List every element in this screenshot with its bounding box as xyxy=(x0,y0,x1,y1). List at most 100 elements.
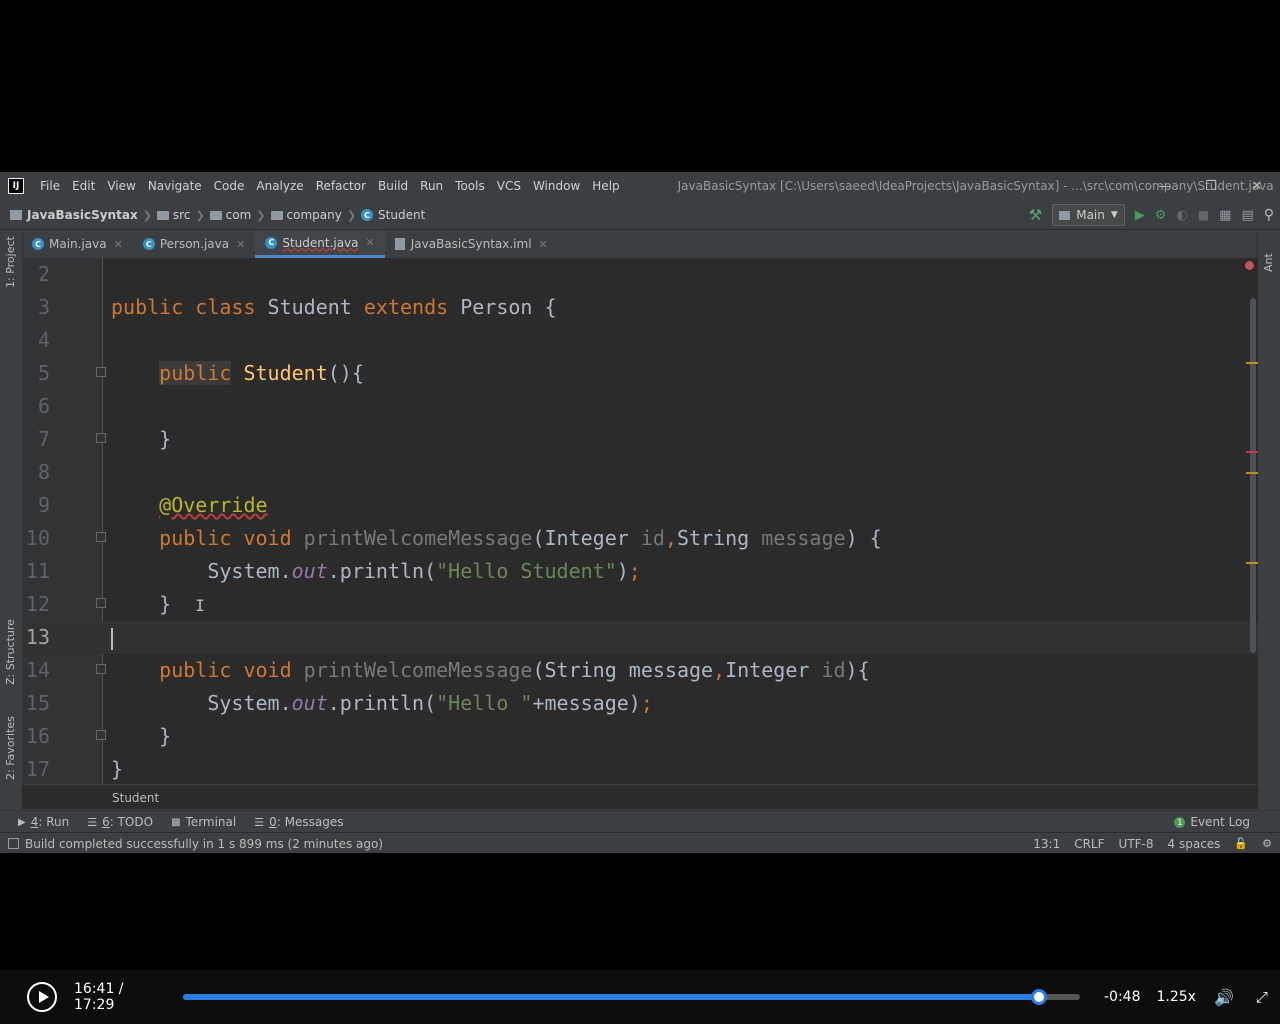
line-number: 12 xyxy=(25,592,50,616)
close-window-icon[interactable]: ✕ xyxy=(1234,172,1280,200)
code-text: } xyxy=(111,724,172,748)
video-player-controls: 16:41 / 17:29 -0:48 1.25x 🔊 ⤢ xyxy=(0,970,1280,1024)
menu-analyze[interactable]: Analyze xyxy=(250,179,309,193)
playback-time: 16:41 / 17:29 xyxy=(74,981,124,1013)
layout-icon[interactable]: ▤ xyxy=(1241,208,1253,223)
project-structure-icon[interactable]: ▦ xyxy=(1219,208,1231,223)
status-message[interactable]: Build completed successfully in 1 s 899 … xyxy=(8,837,383,851)
menu-help[interactable]: Help xyxy=(586,179,625,193)
code-text: } xyxy=(111,757,124,781)
restore-icon[interactable]: ❐ xyxy=(1188,172,1234,200)
search-icon[interactable]: ⚲ xyxy=(1264,207,1274,223)
editor-scrollbar[interactable] xyxy=(1250,298,1256,653)
breadcrumb-src[interactable]: src xyxy=(156,208,191,222)
line-number: 8 xyxy=(37,460,50,484)
messages-tool-key: 0 xyxy=(269,815,277,829)
code-line: 6 xyxy=(22,390,1258,423)
close-icon[interactable]: ✕ xyxy=(236,238,245,251)
menu-run[interactable]: Run xyxy=(414,179,449,193)
menu-window[interactable]: Window xyxy=(527,179,586,193)
editor-breadcrumb: Student xyxy=(22,785,1258,809)
fold-icon[interactable] xyxy=(96,532,106,542)
code-editor[interactable]: 2 3 public class Student extends Person … xyxy=(22,258,1258,784)
favorites-tool-tab[interactable]: 2: Favorites xyxy=(4,716,17,780)
coverage-icon[interactable]: ◐ xyxy=(1176,208,1187,223)
progress-bar[interactable] xyxy=(183,989,1080,1005)
messages-tool-button[interactable]: ☰ 0: Messages xyxy=(254,815,343,829)
error-marker[interactable] xyxy=(1246,451,1258,453)
terminal-tool-button[interactable]: ▩ Terminal xyxy=(171,815,236,829)
play-button[interactable] xyxy=(27,982,57,1012)
playback-speed[interactable]: 1.25x xyxy=(1157,989,1196,1005)
menu-view[interactable]: View xyxy=(101,179,141,193)
menu-edit[interactable]: Edit xyxy=(66,179,101,193)
stop-icon[interactable]: ■ xyxy=(1198,208,1209,222)
menu-code[interactable]: Code xyxy=(208,179,251,193)
fold-icon[interactable] xyxy=(96,367,106,377)
tab-person-java[interactable]: C Person.java ✕ xyxy=(133,230,256,258)
line-number: 2 xyxy=(37,262,50,286)
warning-marker[interactable] xyxy=(1246,472,1258,474)
menu-refactor[interactable]: Refactor xyxy=(310,179,372,193)
breadcrumb-com[interactable]: com xyxy=(209,208,251,222)
editor-breadcrumb-label[interactable]: Student xyxy=(112,791,159,805)
ant-tool-tab[interactable]: Ant xyxy=(1262,253,1275,272)
close-icon[interactable]: ✕ xyxy=(539,238,548,251)
code-text: } xyxy=(111,427,172,451)
tab-iml[interactable]: JavaBasicSyntax.iml ✕ xyxy=(385,230,558,258)
fold-icon[interactable] xyxy=(96,433,106,443)
terminal-icon: ▩ xyxy=(171,816,181,828)
menu-file[interactable]: File xyxy=(34,179,66,193)
fold-icon[interactable] xyxy=(96,598,106,608)
menu-tools[interactable]: Tools xyxy=(449,179,491,193)
close-icon[interactable]: ✕ xyxy=(114,238,123,251)
inspector-icon[interactable]: ⚙ xyxy=(1262,837,1272,850)
lock-icon[interactable]: 🔓 xyxy=(1234,837,1248,850)
line-number: 13 xyxy=(25,625,50,649)
class-icon: C xyxy=(265,236,278,249)
menu-navigate[interactable]: Navigate xyxy=(142,179,208,193)
tab-label: JavaBasicSyntax.iml xyxy=(410,237,532,251)
line-separator[interactable]: CRLF xyxy=(1074,837,1104,851)
error-indicator-icon[interactable] xyxy=(1245,261,1254,270)
debug-icon[interactable]: ⚙ xyxy=(1155,208,1167,223)
close-icon[interactable]: ✕ xyxy=(366,236,375,249)
todo-tool-button[interactable]: ☰ 6: TODO xyxy=(87,815,153,829)
menu-build[interactable]: Build xyxy=(372,179,414,193)
caret-position[interactable]: 13:1 xyxy=(1033,837,1060,851)
code-line: 2 xyxy=(22,258,1258,291)
warning-marker[interactable] xyxy=(1246,362,1258,364)
minimize-icon[interactable]: — xyxy=(1142,172,1188,200)
run-tool-button[interactable]: ▶ 4: Run xyxy=(18,815,69,829)
menu-vcs[interactable]: VCS xyxy=(491,179,527,193)
breadcrumb-company[interactable]: company xyxy=(270,208,342,222)
build-hammer-icon[interactable]: ⚒ xyxy=(1029,206,1042,224)
indent-setting[interactable]: 4 spaces xyxy=(1168,837,1221,851)
run-config-select[interactable]: Main ▼ xyxy=(1052,204,1125,226)
fold-icon[interactable] xyxy=(96,730,106,740)
exit-fullscreen-icon[interactable]: ⤢ xyxy=(1256,988,1268,1006)
status-right: 13:1 CRLF UTF-8 4 spaces 🔓 ⚙ xyxy=(1033,837,1272,851)
tab-main-java[interactable]: C Main.java ✕ xyxy=(22,230,133,258)
file-encoding[interactable]: UTF-8 xyxy=(1119,837,1154,851)
breadcrumb-student[interactable]: C Student xyxy=(361,208,425,222)
breadcrumb-src-label: src xyxy=(172,208,191,222)
tab-label: Person.java xyxy=(159,237,230,251)
event-count-badge: 1 xyxy=(1174,816,1186,828)
messages-tool-text: : Messages xyxy=(276,815,344,829)
progress-knob[interactable] xyxy=(1030,989,1047,1005)
run-icon[interactable]: ▶ xyxy=(1135,208,1145,223)
structure-tool-tab[interactable]: Z: Structure xyxy=(4,619,17,685)
volume-icon[interactable]: 🔊 xyxy=(1214,988,1234,1007)
event-log-button[interactable]: 1 Event Log xyxy=(1174,815,1250,829)
line-number: 14 xyxy=(25,658,50,682)
fold-icon[interactable] xyxy=(96,664,106,674)
toolbar-right: ⚒ Main ▼ ▶ ⚙ ◐ ■ ▦ ▤ ⚲ xyxy=(1029,201,1274,229)
warning-marker[interactable] xyxy=(1246,562,1258,564)
project-tool-tab[interactable]: 1: Project xyxy=(4,236,17,288)
list-icon: ☰ xyxy=(87,815,98,829)
tab-student-java[interactable]: C Student.java ✕ xyxy=(255,230,385,258)
breadcrumb-project[interactable]: JavaBasicSyntax xyxy=(27,208,138,222)
code-line: 3 public class Student extends Person { xyxy=(22,291,1258,324)
right-tool-strip: Ant xyxy=(1257,230,1280,806)
